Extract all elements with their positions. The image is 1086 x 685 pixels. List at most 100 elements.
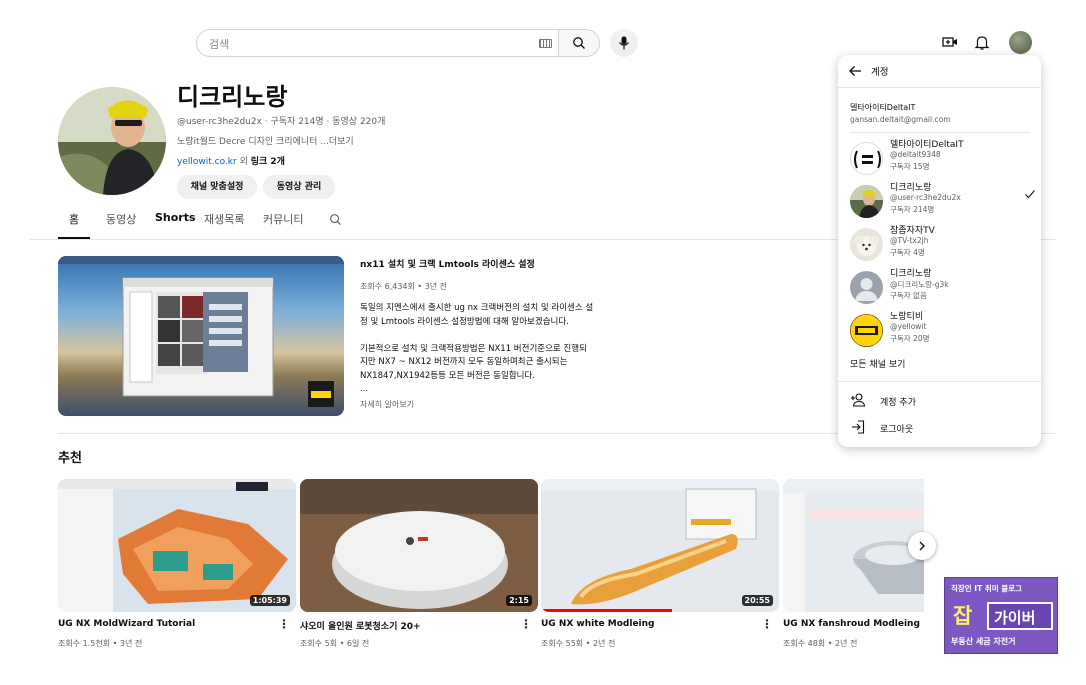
account-avatar-button[interactable]	[1009, 31, 1032, 54]
account-avatar	[850, 271, 883, 304]
channel-meta: @user-rc3he2du2x · 구독자 214명 · 동영상 220개	[177, 117, 386, 127]
account-name: 델타아이티DeltaIT	[890, 140, 964, 150]
featured-video-thumbnail[interactable]	[58, 256, 344, 416]
logout-label: 로그아웃	[880, 425, 914, 435]
channel-search-icon[interactable]	[329, 213, 342, 226]
video-thumbnail-image	[783, 479, 924, 612]
account-name: 디크리노랑	[890, 269, 932, 279]
manage-videos-button[interactable]: 동영상 관리	[263, 175, 335, 199]
account-item[interactable]: 잠좀자자TV @TV-tx2jh 구독자 4명	[850, 223, 1036, 265]
featured-thumbnail-image	[58, 256, 344, 407]
account-handle: @디크리노랑-g3k	[890, 280, 949, 289]
account-item[interactable]: 델타아이티DeltaIT @deltait9348 구독자 15명	[850, 137, 1036, 179]
logout-icon	[852, 420, 865, 434]
account-item[interactable]: 디크리노랑 @user-rc3he2du2x 구독자 214명	[850, 180, 1036, 222]
watermark-big-text: 잡	[953, 604, 973, 628]
video-thumbnail[interactable]	[783, 479, 924, 612]
account-subscribers: 구독자 20명	[890, 334, 930, 343]
account-menu: 계정 델타아이티DeltaIT gansan.deltait@gmail.com…	[838, 55, 1041, 447]
video-card[interactable]: 2:15 샤오미 올인원 로봇청소기 20+ 조회수 5회 • 6일 전 ⋮	[300, 479, 538, 648]
account-item[interactable]: 노랑티비 @yellowit 구독자 20명	[850, 309, 1036, 351]
search-input[interactable]: 검색	[196, 29, 568, 57]
check-icon	[1025, 190, 1035, 199]
video-meta: 조회수 48회 • 2년 전	[783, 639, 858, 648]
account-subscribers: 구독자 15명	[890, 162, 930, 171]
default-user-icon	[855, 278, 878, 301]
chevron-right-icon	[919, 541, 925, 551]
video-thumbnail[interactable]: 1:05:39	[58, 479, 296, 612]
channel-description[interactable]: 노랑it월드 Decre 디자인 크리에니터 ...더보기	[177, 134, 354, 147]
account-avatar	[850, 228, 883, 261]
featured-video-title[interactable]: nx11 설치 및 크랙 Lmtools 라이센스 설정	[360, 257, 535, 270]
tab-home[interactable]: 홈	[69, 211, 79, 227]
video-menu-icon[interactable]: ⋮	[278, 617, 290, 631]
yellowit-logo-icon	[850, 314, 883, 347]
mic-icon	[619, 36, 629, 50]
video-title[interactable]: UG NX MoldWizard Tutorial	[58, 619, 195, 629]
search-button[interactable]	[558, 29, 600, 57]
video-duration: 2:15	[506, 595, 532, 606]
view-all-channels-link[interactable]: 모든 채널 보기	[850, 357, 905, 370]
add-person-icon	[851, 393, 866, 407]
account-handle: @TV-tx2jh	[890, 236, 929, 245]
menu-divider	[850, 132, 1030, 133]
account-handle: @user-rc3he2du2x	[890, 193, 961, 202]
back-arrow-icon[interactable]	[848, 64, 862, 78]
carousel-next-button[interactable]	[908, 532, 936, 560]
account-avatar-image	[850, 185, 883, 218]
create-video-icon[interactable]	[941, 33, 959, 51]
add-account-button[interactable]: 계정 추가	[850, 392, 916, 410]
watermark-box: 가이버	[987, 602, 1053, 630]
video-thumbnail-image	[58, 479, 296, 612]
channel-link-url[interactable]: yellowit.co.kr	[177, 157, 237, 167]
search-icon	[573, 37, 585, 49]
video-meta: 조회수 55회 • 2년 전	[541, 639, 616, 648]
account-menu-title: 계정	[871, 67, 889, 78]
featured-video-meta: 조회수 6,434회 • 3년 전	[360, 282, 448, 291]
channel-links: yellowit.co.kr 외 링크 2개	[177, 154, 285, 167]
video-thumbnail-image	[300, 479, 538, 612]
account-avatar	[850, 185, 883, 218]
account-name: 노랑티비	[890, 312, 924, 322]
watermark-top-text: 직장인 IT 취미 블로그	[951, 584, 1022, 593]
account-handle: @yellowit	[890, 322, 927, 331]
logout-button[interactable]: 로그아웃	[850, 419, 913, 437]
video-thumbnail[interactable]: 20:55	[541, 479, 779, 612]
voice-search-button[interactable]	[610, 29, 638, 57]
keyboard-icon[interactable]	[539, 39, 552, 48]
account-name: 잠좀자자TV	[890, 226, 935, 236]
video-card[interactable]: UG NX fanshroud Modleing 조회수 48회 • 2년 전	[783, 479, 924, 659]
tab-shorts[interactable]: Shorts	[155, 211, 196, 224]
channel-avatar	[58, 87, 166, 195]
video-meta: 조회수 1.5천회 • 3년 전	[58, 639, 143, 648]
account-item[interactable]: 디크리노랑 @디크리노랑-g3k 구독자 없음	[850, 266, 1036, 308]
channel-link-count[interactable]: 링크 2개	[251, 157, 285, 167]
menu-divider	[838, 381, 1041, 382]
account-avatar	[850, 314, 883, 347]
video-thumbnail[interactable]: 2:15	[300, 479, 538, 612]
account-subscribers: 구독자 214명	[890, 205, 935, 214]
video-card[interactable]: 1:05:39 UG NX MoldWizard Tutorial 조회수 1.…	[58, 479, 296, 648]
account-subscribers: 구독자 4명	[890, 248, 925, 257]
featured-read-more-link[interactable]: 자세히 알아보기	[360, 399, 414, 410]
watermark-box-text: 가이버	[994, 609, 1036, 627]
tab-community[interactable]: 커뮤니티	[263, 211, 303, 227]
video-card[interactable]: 20:55 UG NX white Modleing 조회수 55회 • 2년 …	[541, 479, 779, 648]
video-title[interactable]: UG NX fanshroud Modleing	[783, 619, 920, 629]
video-title[interactable]: UG NX white Modleing	[541, 619, 654, 629]
tab-videos[interactable]: 동영상	[106, 211, 136, 227]
account-avatar	[850, 142, 883, 175]
customize-channel-button[interactable]: 채널 맞춤설정	[177, 175, 257, 199]
video-menu-icon[interactable]: ⋮	[761, 617, 773, 631]
bell-icon[interactable]	[973, 33, 991, 51]
tab-playlists[interactable]: 재생목록	[204, 211, 244, 227]
video-thumbnail-image	[541, 479, 779, 605]
blog-watermark: 직장인 IT 취미 블로그 잡 가이버 부동산 세금 자전거	[944, 577, 1058, 654]
featured-video-description: 독일의 지멘스에서 출시한 ug nx 크랙버전의 설치 및 라이센스 설 정 …	[360, 303, 594, 394]
video-duration: 20:55	[741, 595, 773, 606]
recommended-heading: 추천	[58, 451, 82, 466]
video-title[interactable]: 샤오미 올인원 로봇청소기 20+	[300, 619, 421, 632]
current-user-name: 델타아이티DeltaIT	[850, 103, 916, 112]
watch-progress-bar	[541, 609, 672, 612]
video-menu-icon[interactable]: ⋮	[520, 617, 532, 631]
